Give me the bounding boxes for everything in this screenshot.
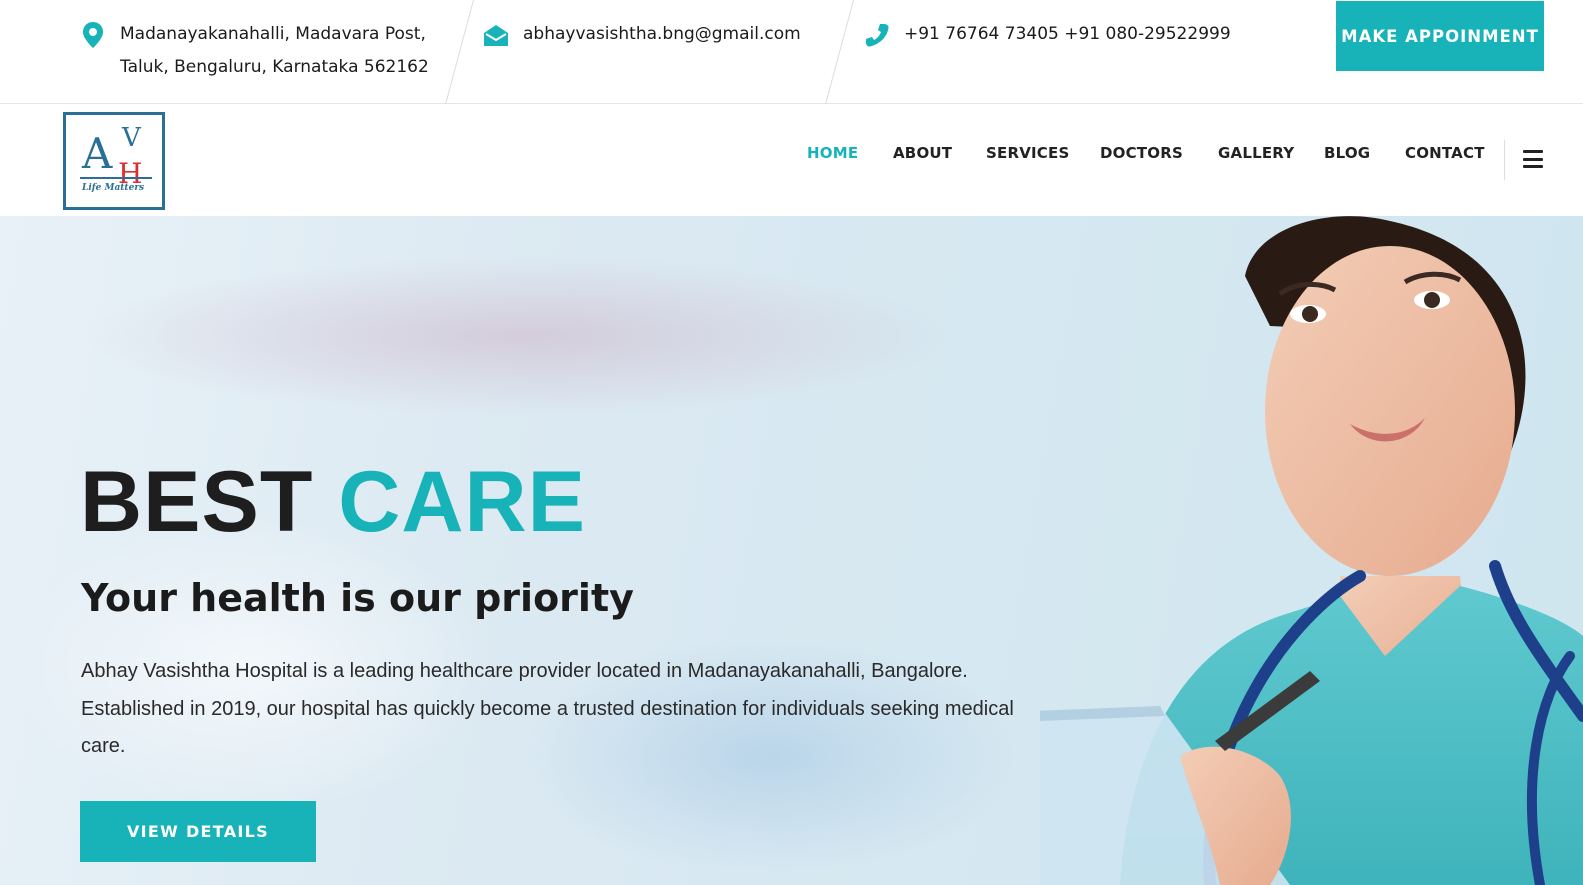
logo-letter-a: A <box>82 129 113 178</box>
make-appointment-button[interactable]: MAKE APPOINMENT <box>1336 1 1544 71</box>
nav-item-services[interactable]: SERVICES <box>986 144 1069 162</box>
nav-item-home[interactable]: HOME <box>807 144 858 162</box>
hero-banner: BEST CARE Your health is our priority Ab… <box>0 216 1583 885</box>
nav-item-contact[interactable]: CONTACT <box>1405 144 1485 162</box>
nav-item-blog[interactable]: BLOG <box>1324 144 1370 162</box>
email-info[interactable]: abhayvasishtha.bng@gmail.com <box>481 18 801 51</box>
address-text: Madanayakanahalli, Madavara Post, Taluk,… <box>120 18 429 84</box>
hero-title: BEST CARE <box>80 452 586 552</box>
phone-icon <box>862 20 892 50</box>
phone-info[interactable]: +91 76764 73405 +91 080-29522999 <box>862 18 1231 51</box>
main-navbar: A V H Life Matters HOME ABOUT SERVICES D… <box>0 104 1583 216</box>
hero-subtitle: Your health is our priority <box>81 576 634 620</box>
phone-text[interactable]: +91 76764 73405 +91 080-29522999 <box>904 18 1231 51</box>
hero-title-best: BEST <box>80 454 314 550</box>
address-info: Madanayakanahalli, Madavara Post, Taluk,… <box>78 18 448 84</box>
envelope-icon <box>481 20 511 50</box>
view-details-button[interactable]: VIEW DETAILS <box>80 801 316 862</box>
logo-tagline: Life Matters <box>82 183 145 193</box>
divider <box>825 0 854 104</box>
email-text[interactable]: abhayvasishtha.bng@gmail.com <box>523 18 801 51</box>
logo-rule <box>80 177 152 179</box>
hero-title-care: CARE <box>338 454 586 550</box>
hospital-logo[interactable]: A V H Life Matters <box>63 112 165 210</box>
top-info-bar: Madanayakanahalli, Madavara Post, Taluk,… <box>0 0 1583 104</box>
nav-item-gallery[interactable]: GALLERY <box>1218 144 1294 162</box>
background-blur <box>80 256 960 416</box>
hero-description: Abhay Vasishtha Hospital is a leading he… <box>81 660 1014 757</box>
nurse-image <box>1040 216 1583 885</box>
logo-letter-v: V <box>122 123 141 153</box>
address-line-2: Taluk, Bengaluru, Karnataka 562162 <box>120 57 429 77</box>
map-pin-icon <box>78 20 108 50</box>
nav-separator <box>1504 140 1505 180</box>
hamburger-menu-icon[interactable] <box>1523 150 1543 168</box>
address-line-1: Madanayakanahalli, Madavara Post, <box>120 24 426 44</box>
divider <box>445 0 474 104</box>
nav-item-doctors[interactable]: DOCTORS <box>1100 144 1183 162</box>
nav-item-about[interactable]: ABOUT <box>893 144 952 162</box>
